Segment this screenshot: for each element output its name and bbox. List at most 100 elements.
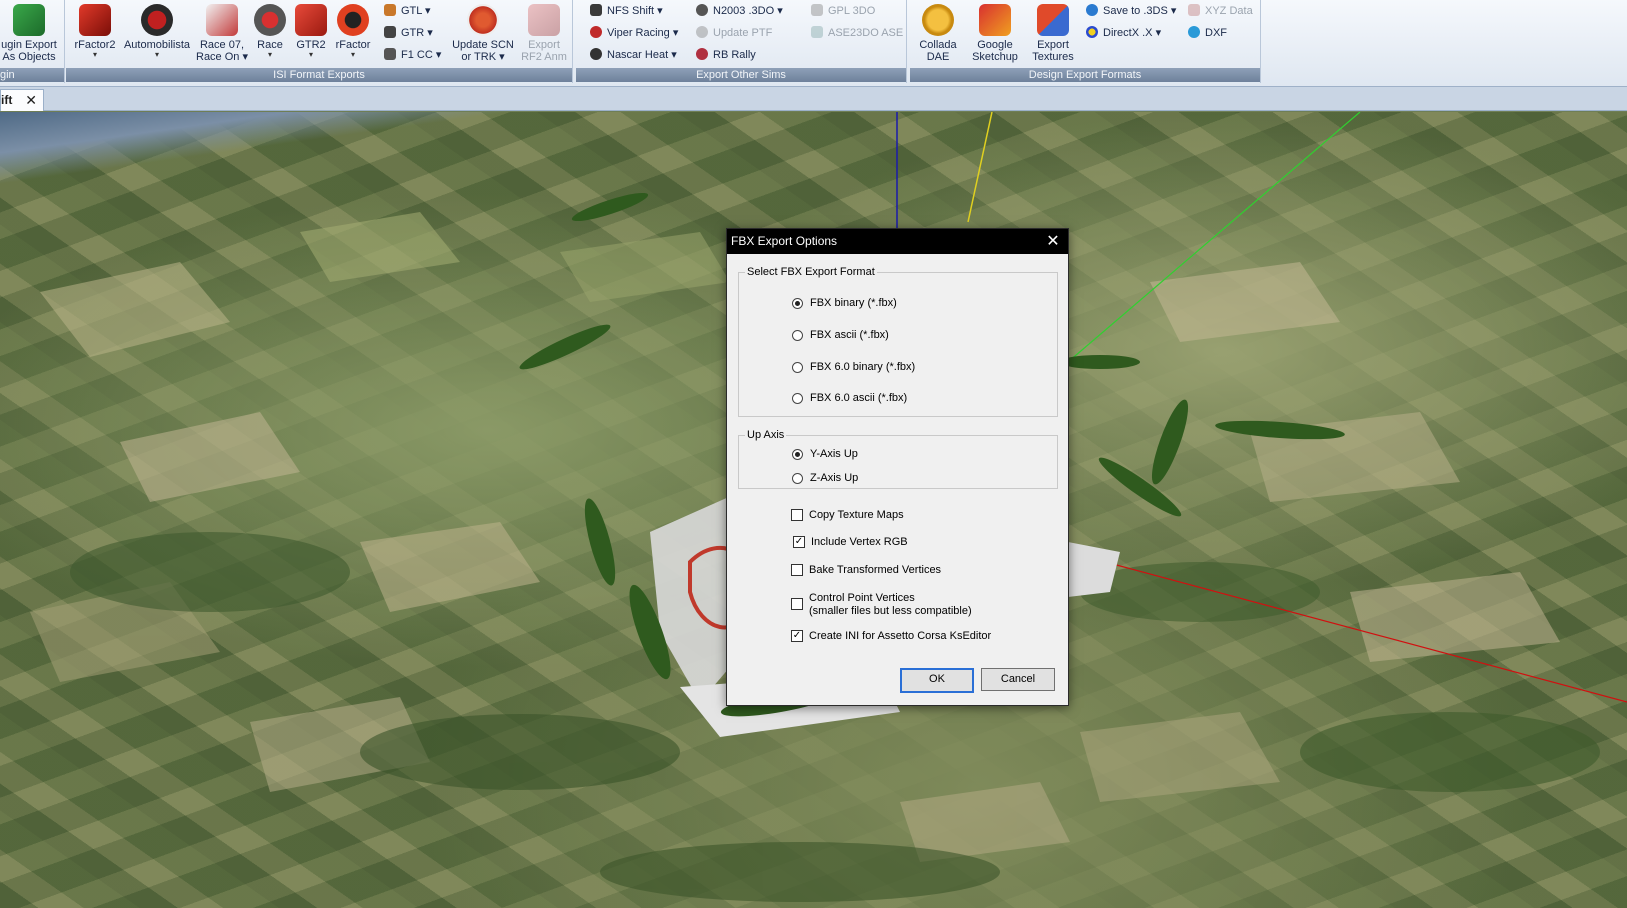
rfactor2-icon — [79, 4, 111, 36]
save-3ds-button[interactable]: Save to .3DS ▾ — [1086, 2, 1176, 20]
update-scn-icon — [467, 4, 499, 36]
dxf-icon — [1188, 26, 1200, 38]
sketchup-label-2: Sketchup — [972, 51, 1018, 63]
ribbon: ugin Export As Objects gin rFactor2 ▾ Au… — [0, 0, 1627, 87]
dialog-title: FBX Export Options — [731, 234, 838, 248]
group-label-isi: ISI Format Exports — [66, 68, 572, 82]
nascar-heat-label: Nascar Heat — [607, 49, 669, 61]
collada-dae-button[interactable]: Collada DAE — [912, 2, 964, 66]
check-1[interactable]: ✓ — [793, 536, 805, 548]
textures-label: Export — [1037, 39, 1069, 51]
axis-radio-1[interactable] — [792, 473, 803, 484]
gtl-button[interactable]: GTL ▾ — [384, 2, 431, 20]
race-button[interactable]: Race ▾ — [250, 2, 290, 66]
plugin-export-button[interactable]: ugin Export As Objects — [0, 2, 62, 66]
update-ptf-label: Update PTF — [713, 27, 773, 39]
sketchup-icon — [979, 4, 1011, 36]
sketchup-label: Google — [977, 39, 1013, 51]
gtr2-button[interactable]: GTR2 ▾ — [292, 2, 330, 66]
chevron-down-icon: ▾ — [350, 50, 355, 59]
cancel-button[interactable]: Cancel — [981, 668, 1055, 691]
close-icon[interactable]: ✕ — [25, 90, 37, 111]
option-label: Create INI for Assetto Corsa KsEditor — [809, 630, 992, 642]
format-radio-3[interactable] — [792, 393, 803, 404]
dialog-titlebar[interactable]: FBX Export Options ✕ — [727, 229, 1068, 254]
chevron-down-icon: ▾ — [154, 50, 159, 59]
gtr2-icon — [295, 4, 327, 36]
gtr-button[interactable]: GTR ▾ — [384, 24, 433, 42]
export-textures-button[interactable]: Export Textures — [1026, 2, 1080, 66]
update-ptf-button[interactable]: Update PTF — [696, 24, 772, 42]
option-label: Copy Texture Maps — [809, 509, 904, 521]
nascar-heat-icon — [590, 48, 602, 60]
chevron-down-icon: ▾ — [267, 50, 272, 59]
format-radio-2[interactable] — [792, 362, 803, 373]
ok-button[interactable]: OK — [900, 668, 974, 693]
check-0[interactable] — [791, 509, 803, 521]
fbx-export-options-dialog: FBX Export Options ✕ Select FBX Export F… — [726, 228, 1069, 706]
group-label-other-sims: Export Other Sims — [576, 68, 906, 82]
format-radio-1[interactable] — [792, 330, 803, 341]
save-3ds-label: Save to .3DS — [1103, 5, 1168, 17]
automobilista-icon — [141, 4, 173, 36]
directx-button[interactable]: DirectX .X ▾ — [1086, 24, 1161, 42]
automobilista-button[interactable]: Automobilista ▾ — [120, 2, 194, 66]
format-radio-0[interactable] — [792, 298, 803, 309]
ribbon-group-other-sims: NFS Shift ▾ Viper Racing ▾ Nascar Heat ▾… — [576, 0, 907, 83]
chevron-down-icon: ▾ — [92, 50, 97, 59]
check-4[interactable]: ✓ — [791, 630, 803, 642]
ase23do-button[interactable]: ASE23DO ASE — [811, 24, 903, 42]
viper-racing-label: Viper Racing — [607, 27, 670, 39]
xyz-data-button[interactable]: XYZ Data — [1188, 2, 1253, 20]
axis-radio-0[interactable] — [792, 449, 803, 460]
race07-label: Race 07, — [199, 39, 245, 51]
f1cc-label: F1 CC — [401, 49, 433, 61]
rb-rally-label: RB Rally — [713, 49, 756, 61]
rfactor2-button[interactable]: rFactor2 ▾ — [70, 2, 120, 66]
viper-racing-button[interactable]: Viper Racing ▾ — [590, 24, 678, 42]
rb-rally-button[interactable]: RB Rally — [696, 46, 756, 64]
collada-icon — [922, 4, 954, 36]
check-2[interactable] — [791, 564, 803, 576]
race07-button[interactable]: Race 07, Race On ▾ — [196, 2, 248, 66]
rfactor-button[interactable]: rFactor ▾ — [332, 2, 374, 66]
dxf-button[interactable]: DXF — [1188, 24, 1227, 42]
gtr-label: GTR — [401, 27, 425, 39]
axis-option-label: Z-Axis Up — [810, 472, 859, 484]
format-option-label: FBX 6.0 ascii (*.fbx) — [810, 392, 908, 404]
option-label: Include Vertex RGB — [811, 536, 908, 548]
collada-label: Collada — [919, 39, 957, 51]
ase23do-label: ASE23DO ASE — [828, 27, 904, 39]
google-sketchup-button[interactable]: Google Sketchup — [966, 2, 1024, 66]
update-scn-button[interactable]: Update SCN or TRK ▾ — [450, 2, 516, 66]
plugin-export-label-2: As Objects — [2, 51, 56, 63]
fbx-format-group-label: Select FBX Export Format — [745, 265, 877, 279]
xyz-data-label: XYZ Data — [1205, 5, 1253, 17]
n2003-icon — [696, 4, 708, 16]
axis-guide-line — [967, 112, 993, 223]
nascar-heat-button[interactable]: Nascar Heat ▾ — [590, 46, 677, 64]
document-tab[interactable]: ift ✕ — [0, 89, 44, 111]
plugin-export-icon — [13, 4, 45, 36]
export-rf2-anm-button[interactable]: Export RF2 Anm — [518, 2, 570, 66]
close-icon[interactable]: ✕ — [1038, 229, 1068, 254]
fbx-format-group: Select FBX Export Format FBX binary (*.f… — [738, 265, 1058, 417]
option-label: Bake Transformed Vertices — [809, 564, 942, 576]
f1cc-button[interactable]: F1 CC ▾ — [384, 46, 441, 64]
format-option-label: FBX 6.0 binary (*.fbx) — [810, 361, 916, 373]
export-rf2-anm-icon — [528, 4, 560, 36]
gtl-icon — [384, 4, 396, 16]
check-3[interactable] — [791, 598, 803, 610]
update-scn-label-2: or TRK ▾ — [461, 51, 505, 63]
nfs-shift-button[interactable]: NFS Shift ▾ — [590, 2, 663, 20]
plugin-export-label: ugin Export — [1, 39, 57, 51]
export-rf2-anm-label-2: RF2 Anm — [521, 51, 567, 63]
textures-label-2: Textures — [1032, 51, 1074, 63]
group-label-design: Design Export Formats — [910, 68, 1260, 82]
gpl-3do-button[interactable]: GPL 3DO — [811, 2, 875, 20]
n2003-3do-button[interactable]: N2003 .3DO ▾ — [696, 2, 783, 20]
n2003-label: N2003 .3DO — [713, 5, 775, 17]
up-axis-group: Up Axis Y-Axis Up Z-Axis Up — [738, 428, 1058, 489]
nfs-shift-label: NFS Shift — [607, 5, 655, 17]
gpl-3do-label: GPL 3DO — [828, 5, 876, 17]
